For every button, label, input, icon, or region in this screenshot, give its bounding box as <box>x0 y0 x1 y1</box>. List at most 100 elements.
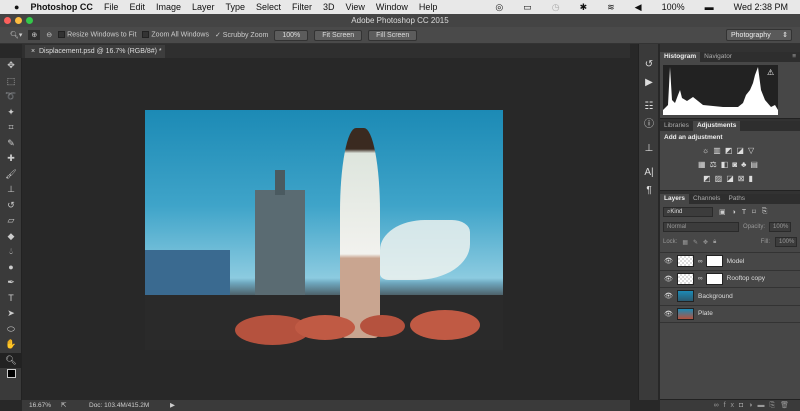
document-canvas[interactable] <box>145 110 503 350</box>
lock-position-icon[interactable]: ✥ <box>703 239 708 246</box>
close-tab-icon[interactable]: × <box>31 48 35 55</box>
layer-mask-thumbnail[interactable] <box>705 272 723 285</box>
menu-app[interactable]: Photoshop CC <box>30 2 93 12</box>
volume-icon[interactable]: ◀ <box>635 2 642 13</box>
menu-filter[interactable]: Filter <box>292 2 312 12</box>
tab-histogram[interactable]: Histogram <box>660 52 701 62</box>
shape-tool-icon[interactable]: ⬭ <box>0 322 22 338</box>
crop-tool-icon[interactable]: ⌗ <box>0 120 22 136</box>
tab-libraries[interactable]: Libraries <box>660 121 693 131</box>
move-tool-icon[interactable]: ✥ <box>0 58 22 74</box>
link-layers-icon[interactable]: ∞ <box>714 402 724 409</box>
lasso-tool-icon[interactable]: ➰ <box>0 89 22 105</box>
tab-navigator[interactable]: Navigator <box>700 52 736 62</box>
levels-icon[interactable]: ▥ <box>713 146 725 155</box>
healing-brush-tool-icon[interactable]: ✚ <box>0 151 22 167</box>
menu-layer[interactable]: Layer <box>192 2 215 12</box>
document-tab[interactable]: × Displacement.psd @ 16.7% (RGB/8#) * <box>25 45 165 58</box>
clock[interactable]: Wed 2:38 PM <box>734 2 788 12</box>
filter-type-icon[interactable]: T <box>742 209 746 216</box>
tab-paths[interactable]: Paths <box>724 194 749 204</box>
black-white-icon[interactable]: ◧ <box>721 160 733 169</box>
clone-source-icon[interactable]: ⊥ <box>639 140 659 158</box>
menu-type[interactable]: Type <box>226 2 246 12</box>
menu-window[interactable]: Window <box>376 2 408 12</box>
info-icon[interactable]: ⓘ <box>639 116 659 134</box>
zoom-tool-icon[interactable]: 🔍︎ <box>0 352 22 368</box>
menu-edit[interactable]: Edit <box>129 2 145 12</box>
dodge-tool-icon[interactable]: ● <box>0 260 22 276</box>
menu-file[interactable]: File <box>104 2 119 12</box>
layer-row[interactable]: 👁︎ ∞ Rooftop copy <box>660 271 800 288</box>
menu-3d[interactable]: 3D <box>323 2 335 12</box>
filter-smart-icon[interactable]: ⎘ <box>762 208 768 216</box>
tab-layers[interactable]: Layers <box>660 194 689 204</box>
brightness-icon[interactable]: ☼ <box>702 146 713 155</box>
color-lookup-icon[interactable]: ▤ <box>750 160 762 169</box>
blend-mode-select[interactable]: Normal <box>663 222 739 232</box>
status-menu-arrow-icon[interactable]: ▶ <box>170 400 175 411</box>
magic-wand-tool-icon[interactable]: ✦ <box>0 105 22 121</box>
zoom-out-icon[interactable]: ⊖ <box>46 31 52 39</box>
fit-screen-button[interactable]: Fit Screen <box>314 29 363 41</box>
history-brush-tool-icon[interactable]: ↺ <box>0 198 22 214</box>
fx-icon[interactable]: fx <box>724 402 739 409</box>
type-tool-icon[interactable]: T <box>0 291 22 307</box>
paragraph-icon[interactable]: ¶ <box>639 182 659 200</box>
wifi-icon[interactable]: ≋ <box>607 2 615 13</box>
visibility-eye-icon[interactable]: 👁︎ <box>660 310 677 318</box>
actions-play-icon[interactable]: ▶ <box>639 74 659 92</box>
delete-layer-icon[interactable]: 🗑︎ <box>780 402 794 409</box>
filter-adjustment-icon[interactable]: ◑ <box>732 209 736 216</box>
threshold-icon[interactable]: ◪ <box>726 174 738 183</box>
resize-windows-checkbox[interactable]: Resize Windows to Fit <box>58 31 136 39</box>
layer-row[interactable]: 👁︎ Background <box>660 288 800 306</box>
fill-screen-button[interactable]: Fill Screen <box>368 29 418 41</box>
selective-color-icon[interactable]: ⊠ <box>738 174 749 183</box>
new-layer-icon[interactable]: ⎘ <box>770 402 781 409</box>
100-percent-button[interactable]: 100% <box>274 29 309 41</box>
color-balance-icon[interactable]: ⚖ <box>710 160 721 169</box>
opacity-field[interactable]: 100% <box>769 222 792 232</box>
new-adjustment-icon[interactable]: ◑ <box>748 402 757 409</box>
menu-help[interactable]: Help <box>419 2 438 12</box>
exposure-icon[interactable]: ◪ <box>736 146 748 155</box>
menu-select[interactable]: Select <box>256 2 281 12</box>
zoom-in-icon[interactable]: ⊕ <box>28 30 41 40</box>
filter-shape-icon[interactable]: ⌑ <box>752 208 756 216</box>
zoom-level[interactable]: 16.67% <box>29 400 51 411</box>
tab-adjustments[interactable]: Adjustments <box>692 121 741 131</box>
marquee-tool-icon[interactable]: ⬚ <box>0 74 22 90</box>
lock-pixels-icon[interactable]: ✎ <box>693 239 698 246</box>
close-window-button[interactable] <box>4 17 11 24</box>
eraser-tool-icon[interactable]: ▱ <box>0 213 22 229</box>
photo-filter-icon[interactable]: ◙ <box>732 160 741 169</box>
curves-icon[interactable]: ◩ <box>725 146 737 155</box>
scrubby-zoom-checkbox[interactable]: ✓ Scrubby Zoom <box>215 31 268 39</box>
invert-icon[interactable]: ◩ <box>703 174 715 183</box>
menu-image[interactable]: Image <box>156 2 181 12</box>
posterize-icon[interactable]: ▨ <box>715 174 727 183</box>
hand-tool-icon[interactable]: ✋ <box>0 337 22 353</box>
layer-row[interactable]: 👁︎ Plate <box>660 306 800 323</box>
bluetooth-icon[interactable]: ✱ <box>580 2 588 13</box>
lock-all-icon[interactable]: 🔒︎ <box>713 239 716 246</box>
workspace-select[interactable]: Photography ⇕ <box>726 29 792 41</box>
new-group-icon[interactable]: ▬ <box>758 402 770 409</box>
character-icon[interactable]: A| <box>639 164 659 182</box>
add-mask-icon[interactable]: ◘ <box>739 402 748 409</box>
gradient-map-icon[interactable]: ▮ <box>748 174 756 183</box>
minimize-window-button[interactable] <box>15 17 22 24</box>
apple-icon[interactable]: ● <box>14 2 19 12</box>
panel-menu-icon[interactable]: ≡ <box>788 52 800 62</box>
maximize-window-button[interactable] <box>26 17 33 24</box>
visibility-eye-icon[interactable]: 👁︎ <box>660 257 677 265</box>
battery-icon[interactable]: ▬ <box>705 2 714 12</box>
fill-field[interactable]: 100% <box>775 237 797 247</box>
tab-channels[interactable]: Channels <box>689 194 724 204</box>
layer-mask-thumbnail[interactable] <box>705 255 723 268</box>
color-swatches-icon[interactable] <box>0 368 22 384</box>
creative-cloud-icon[interactable]: ◎ <box>495 2 503 13</box>
airplay-icon[interactable]: ▭ <box>523 2 532 13</box>
eyedropper-tool-icon[interactable]: ✎ <box>0 136 22 152</box>
